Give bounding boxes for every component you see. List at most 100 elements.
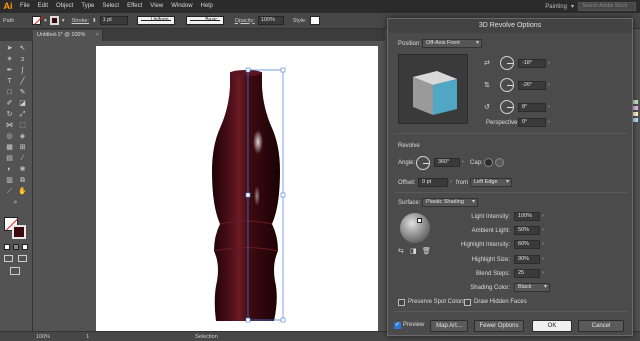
edit-toolbar-icon[interactable]	[10, 267, 20, 275]
light-intensity-field[interactable]: 100%	[514, 212, 540, 221]
menu-effect[interactable]: Effect	[123, 0, 146, 13]
symbol-sprayer-tool-icon[interactable]: ❀	[17, 165, 28, 175]
map-art-button[interactable]: Map Art...	[430, 320, 468, 332]
line-segment-tool-icon[interactable]: ╱	[17, 77, 28, 87]
draw-mode-icon[interactable]	[4, 255, 13, 262]
current-tool-status[interactable]: Selection	[195, 334, 218, 340]
blend-tool-icon[interactable]: ◐	[4, 165, 15, 175]
revolve-angle-dial[interactable]	[416, 156, 430, 170]
menu-edit[interactable]: Edit	[34, 0, 52, 13]
menu-help[interactable]: Help	[197, 0, 217, 13]
live-paint-tool-icon[interactable]: ◈	[17, 132, 28, 142]
revolve-angle-field[interactable]: 360°	[434, 158, 460, 167]
y-angle-arrow-icon[interactable]: ›	[546, 81, 552, 90]
lasso-tool-icon[interactable]: ↄ	[17, 55, 28, 65]
preview-checkbox[interactable]	[394, 321, 401, 329]
stroke-label[interactable]: Stroke:	[72, 18, 89, 24]
document-tab[interactable]: Untitled-1* @ 100% (RGB/Preview) ×	[33, 30, 103, 49]
ambient-light-field[interactable]: 50%	[514, 226, 540, 235]
curvature-tool-icon[interactable]: ∫	[17, 66, 28, 76]
rectangle-tool-icon[interactable]: □	[4, 88, 15, 98]
none-mode-icon[interactable]	[22, 244, 28, 250]
draw-hidden-faces-checkbox[interactable]	[464, 299, 471, 306]
width-tool-icon[interactable]: ⋈	[4, 121, 15, 131]
eyedropper-tool-icon[interactable]: ⁄	[17, 154, 28, 164]
bounding-handle[interactable]	[245, 317, 251, 323]
fewer-options-button[interactable]: Fewer Options	[474, 320, 524, 332]
perspective-arrow-icon[interactable]: ›	[546, 118, 552, 127]
eraser-tool-icon[interactable]: ◪	[17, 99, 28, 109]
bounding-handle[interactable]	[280, 67, 286, 73]
perspective-grid-tool-icon[interactable]: ▦	[4, 143, 15, 153]
blend-steps-arrow-icon[interactable]: ›	[540, 269, 546, 278]
stroke-swatch[interactable]	[49, 16, 59, 25]
shading-color-select[interactable]: Black	[514, 283, 550, 292]
hand-tool-icon[interactable]: ✋	[17, 187, 28, 197]
lighting-sphere[interactable]	[400, 213, 430, 243]
menu-type[interactable]: Type	[77, 0, 98, 13]
highlight-size-field[interactable]: 90%	[514, 255, 540, 264]
menu-object[interactable]: Object	[52, 0, 77, 13]
perspective-field[interactable]: 0°	[518, 118, 546, 127]
shaper-tool-icon[interactable]: ✐	[4, 99, 15, 109]
canvas[interactable]	[33, 41, 385, 331]
z-axis-dial[interactable]	[500, 100, 514, 114]
paintbrush-tool-icon[interactable]: ✎	[17, 88, 28, 98]
slice-tool-icon[interactable]: ⟋	[4, 187, 15, 197]
z-angle-arrow-icon[interactable]: ›	[546, 103, 552, 112]
cap-off-icon[interactable]	[495, 158, 504, 167]
surface-select[interactable]: Plastic Shading	[422, 198, 478, 207]
stroke-weight-stepper-icon[interactable]: ⬍	[92, 18, 97, 24]
zoom-tool-icon[interactable]: ⌕	[10, 198, 21, 208]
highlight-intensity-arrow-icon[interactable]: ›	[540, 240, 546, 249]
stroke-weight-field[interactable]: 1 pt	[99, 16, 128, 25]
zoom-level[interactable]: 100%	[36, 334, 50, 340]
menu-file[interactable]: File	[16, 0, 34, 13]
close-icon[interactable]: ×	[96, 30, 99, 41]
light-intensity-arrow-icon[interactable]: ›	[540, 212, 546, 221]
offset-field[interactable]: 0 pt	[418, 178, 448, 187]
rotation-track-cube[interactable]	[398, 54, 468, 124]
menu-view[interactable]: View	[146, 0, 167, 13]
bottle-artwork[interactable]	[96, 46, 378, 331]
workspace-switcher[interactable]: Painting	[545, 4, 567, 10]
bounding-handle[interactable]	[280, 317, 286, 323]
shape-builder-tool-icon[interactable]: ◎	[4, 132, 15, 142]
x-axis-dial[interactable]	[500, 56, 514, 70]
menu-select[interactable]: Select	[98, 0, 123, 13]
bounding-handle[interactable]	[245, 192, 251, 198]
menu-window[interactable]: Window	[167, 0, 196, 13]
artboard-tool-icon[interactable]: ⧉	[17, 176, 28, 186]
z-angle-field[interactable]: 8°	[518, 103, 546, 112]
column-graph-tool-icon[interactable]: ▥	[4, 176, 15, 186]
position-select[interactable]: Off-Axis Front	[422, 39, 482, 48]
offset-arrow-icon[interactable]: ›	[448, 178, 454, 187]
preserve-spot-colors-checkbox[interactable]	[398, 299, 405, 306]
direct-selection-tool-icon[interactable]: ↖	[17, 44, 28, 54]
ok-button[interactable]: OK	[532, 320, 572, 332]
search-stock-input[interactable]: Search Adobe Stock	[578, 2, 636, 11]
artboard-navigator[interactable]: 1	[86, 334, 89, 340]
mesh-tool-icon[interactable]: ⊞	[17, 143, 28, 153]
light-source-handle[interactable]	[417, 218, 422, 223]
gradient-mode-icon[interactable]	[13, 244, 19, 250]
pen-tool-icon[interactable]: ✒	[4, 66, 15, 76]
fill-chevron-down-icon[interactable]: ▾	[44, 18, 47, 24]
magic-wand-tool-icon[interactable]: ✶	[4, 55, 15, 65]
new-light-icon[interactable]: ◨	[410, 247, 417, 255]
screen-mode-icon[interactable]	[18, 255, 27, 262]
y-angle-field[interactable]: -26°	[518, 81, 546, 90]
x-angle-field[interactable]: -18°	[518, 59, 546, 68]
stroke-chevron-down-icon[interactable]: ▾	[62, 18, 65, 24]
blend-steps-field[interactable]: 25	[514, 269, 540, 278]
rotate-tool-icon[interactable]: ↻	[4, 110, 15, 120]
opacity-field[interactable]: 100%	[257, 16, 284, 25]
stroke-color-icon[interactable]	[12, 225, 26, 239]
cancel-button[interactable]: Cancel	[578, 320, 624, 332]
highlight-intensity-field[interactable]: 60%	[514, 240, 540, 249]
delete-light-icon[interactable]: 🗑	[422, 247, 431, 255]
scale-tool-icon[interactable]: ⤢	[17, 110, 28, 120]
graphic-style-swatch[interactable]	[309, 16, 320, 25]
variable-width-profile-select[interactable]: Uniform	[136, 16, 175, 25]
cap-on-icon[interactable]	[484, 158, 493, 167]
